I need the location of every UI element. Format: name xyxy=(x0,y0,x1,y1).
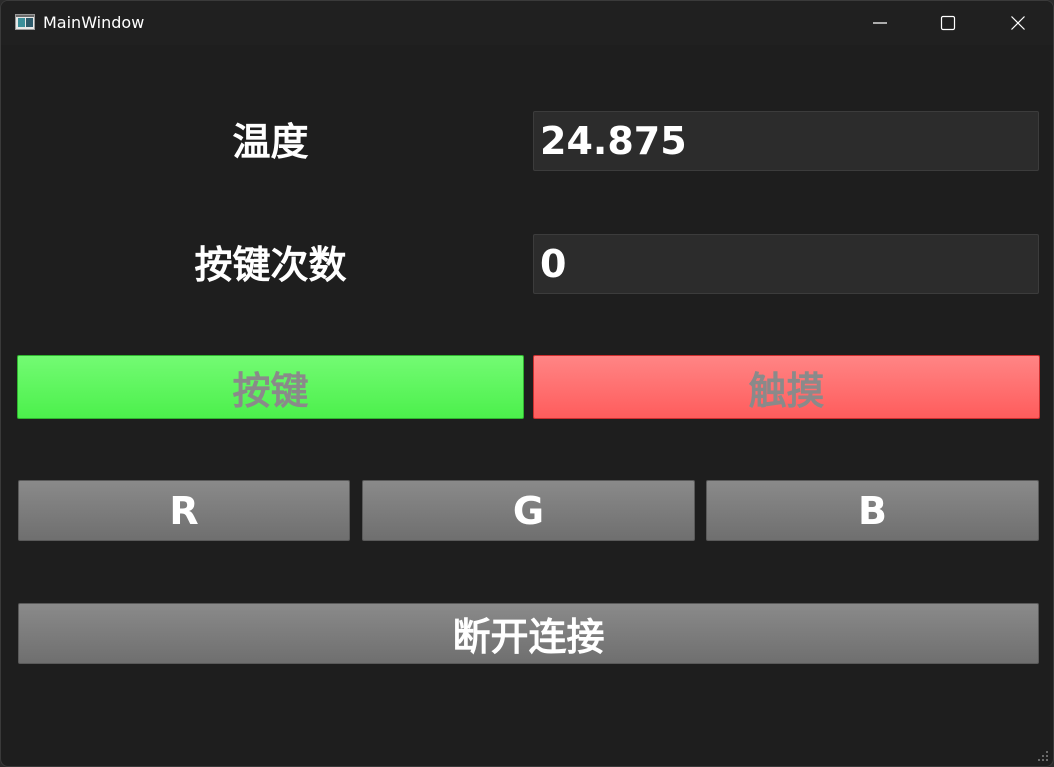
key-count-label: 按键次数 xyxy=(194,243,347,287)
key-count-field[interactable]: 0 xyxy=(533,234,1039,294)
green-led-button[interactable]: G xyxy=(362,480,695,541)
maximize-icon xyxy=(940,15,956,31)
maximize-button[interactable] xyxy=(913,1,983,45)
close-icon xyxy=(1011,16,1025,30)
app-window-icon xyxy=(15,14,35,30)
red-led-button[interactable]: R xyxy=(18,480,350,541)
blue-led-button[interactable]: B xyxy=(706,480,1039,541)
minimize-button[interactable] xyxy=(845,1,915,45)
touch-indicator-button[interactable]: 触摸 xyxy=(533,355,1040,419)
temperature-field[interactable]: 24.875 xyxy=(533,111,1039,171)
temperature-label: 温度 xyxy=(232,120,309,164)
resize-grip-icon[interactable] xyxy=(1037,750,1049,762)
minimize-icon xyxy=(873,22,887,24)
main-window: MainWindow 温度 24.875 按键次数 0 按键 触摸 R G B … xyxy=(0,0,1054,767)
disconnect-button[interactable]: 断开连接 xyxy=(18,603,1039,664)
window-title: MainWindow xyxy=(43,13,145,32)
key-indicator-button[interactable]: 按键 xyxy=(17,355,524,419)
close-button[interactable] xyxy=(983,1,1053,45)
title-bar[interactable]: MainWindow xyxy=(1,1,1053,45)
